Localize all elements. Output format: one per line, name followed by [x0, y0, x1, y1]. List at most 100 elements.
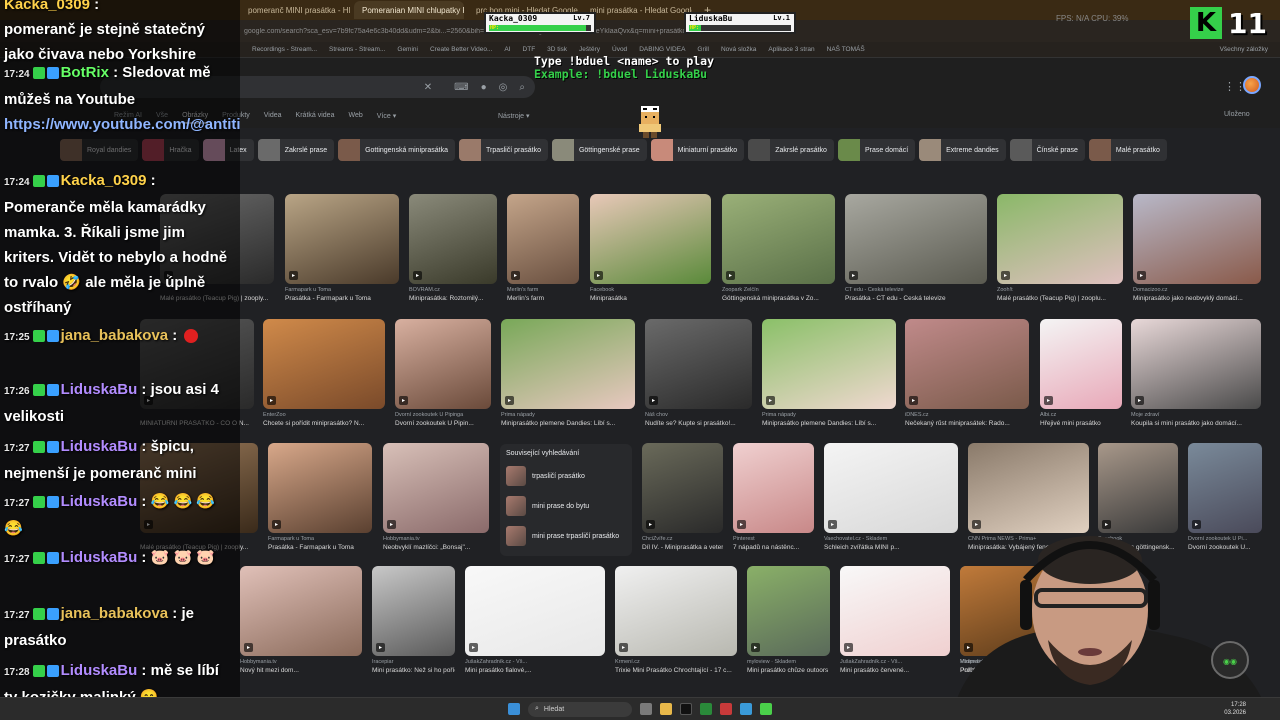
file-explorer-icon[interactable] — [660, 703, 672, 715]
result-source[interactable]: Hobbymania.tv — [240, 659, 362, 666]
result-thumbnail[interactable]: ▸ — [383, 443, 489, 533]
result-source[interactable]: Moje zdraví — [1131, 412, 1261, 419]
media-app-icon[interactable] — [760, 703, 772, 715]
result-source[interactable]: EnterZoo — [263, 412, 385, 419]
result-thumbnail[interactable]: ▸ — [590, 194, 711, 284]
result-title[interactable]: Miniprasátka — [590, 295, 711, 304]
result-title[interactable]: Díl IV. - Miniprasátka a veteri... — [642, 544, 723, 553]
image-result[interactable]: ▸ JušakZahradník.cz - Vš... Mini prasátko … — [465, 566, 605, 676]
result-thumbnail[interactable]: ▸ — [722, 194, 835, 284]
result-source[interactable]: Iracepiar — [372, 659, 455, 666]
result-source[interactable]: Dvorní zookoutek U Pipinga — [395, 412, 491, 419]
result-thumbnail[interactable]: ▸ — [905, 319, 1029, 409]
result-source[interactable]: Krmení.cz — [615, 659, 737, 666]
image-result[interactable]: ▸ Prima nápady Miniprasátko plemene Dandie… — [762, 319, 896, 429]
chat-username[interactable]: LiduskaBu — [61, 493, 138, 510]
result-title[interactable]: 7 nápadů na nástěnc... — [733, 544, 814, 553]
result-title[interactable]: Miniprasátka: Roztomilý... — [409, 295, 497, 304]
result-thumbnail[interactable]: ▸ — [409, 194, 497, 284]
image-result[interactable]: ▸ Prima nápady Miniprasátko plemene Dandie… — [501, 319, 635, 429]
taskbar-search[interactable]: ⌕ Hledat — [528, 701, 632, 717]
app-icon[interactable] — [720, 703, 732, 715]
result-thumbnail[interactable]: ▸ — [645, 319, 752, 409]
result-title[interactable]: Koupila si mini prasátko jako domácí... — [1131, 420, 1261, 429]
result-source[interactable]: Prima nápady — [762, 412, 896, 419]
chat-username[interactable]: BotRix — [61, 64, 109, 81]
chat-link[interactable]: https://www.youtube.com/@antitiktokercz — [4, 116, 240, 133]
result-source[interactable]: Facebook — [590, 287, 711, 294]
image-result[interactable]: ▸ IracepiarMini prasátko: Než si ho poříd… — [372, 566, 455, 676]
taskbar-clock[interactable]: 17:28 03.2026 — [1224, 701, 1246, 717]
result-title[interactable]: Prasátka - Farmapark u Toma — [268, 544, 372, 553]
result-thumbnail[interactable]: ▸ — [733, 443, 814, 533]
result-source[interactable]: Zooh!t — [997, 287, 1123, 294]
result-thumbnail[interactable]: ▸ — [615, 566, 737, 656]
result-title[interactable]: Göttingenská miniprasátka v Zo... — [722, 295, 835, 304]
image-result[interactable]: ▸ Zooh!t Malé prasátko (Teacup Pig) | zoop… — [997, 194, 1123, 304]
result-source[interactable]: BOVRAM.cz — [409, 287, 497, 294]
result-title[interactable]: Neobvyklí mazlíčci: „Bonsaj"... — [383, 544, 489, 553]
chat-username[interactable]: LiduskaBu — [61, 549, 138, 566]
result-source[interactable]: Domacizoo.cz — [1133, 287, 1261, 294]
task-view-icon[interactable] — [640, 703, 652, 715]
tiktok-icon[interactable] — [680, 703, 692, 715]
result-thumbnail[interactable]: ▸ — [762, 319, 896, 409]
result-thumbnail[interactable]: ▸ — [642, 443, 723, 533]
result-thumbnail[interactable]: ▸ — [1040, 319, 1122, 409]
image-result[interactable]: ▸ BOVRAM.cz Miniprasátka: Roztomilý... — [409, 194, 497, 304]
image-result[interactable]: ▸ Náš chov Nudíte se? Kupte si prasátko!..… — [645, 319, 752, 429]
chat-username[interactable]: LiduskaBu — [61, 381, 138, 398]
result-thumbnail[interactable]: ▸ — [240, 566, 362, 656]
related-item[interactable]: trpasličí prasátko — [506, 465, 626, 487]
related-item[interactable]: mini prase trpasličí prasátko — [506, 525, 626, 547]
image-result[interactable]: ▸ Hobbymania.tv Nový hit mezi dom... — [240, 566, 362, 676]
image-result[interactable]: ▸ EnterZoo Chcete si pořídit miniprasátko?… — [263, 319, 385, 429]
start-icon[interactable] — [508, 703, 520, 715]
image-result[interactable]: ▸ Moje zdraví Koupila si mini prasátko jak… — [1131, 319, 1261, 429]
result-source[interactable]: Náš chov — [645, 412, 752, 419]
image-result[interactable]: ▸ ČT edu - Česká televize Prasátka - ČT ed… — [845, 194, 987, 304]
result-title[interactable]: Hřejivé mini prasátko — [1040, 420, 1122, 429]
image-result[interactable]: ▸ ChciZvíře.cz Díl IV. - Miniprasátka a ve… — [642, 443, 723, 553]
result-source[interactable]: ChciZvíře.cz — [642, 536, 723, 543]
chat-username[interactable]: LiduskaBu — [61, 662, 138, 679]
result-title[interactable]: Mini prasátko fialové,... — [465, 667, 605, 676]
result-title[interactable]: Miniprasátko plemene Dandies: Líbí s... — [501, 420, 635, 429]
image-result[interactable]: ▸ Zoopark Zelčín Göttingenská miniprasátka… — [722, 194, 835, 304]
image-result[interactable]: ▸ Dvorní zookoutek U Pipinga Dvorní zookou… — [395, 319, 491, 429]
chat-username[interactable]: jana_babakova — [61, 605, 169, 622]
result-title[interactable]: Nudíte se? Kupte si prasátko!... — [645, 420, 752, 429]
image-result[interactable]: ▸ Merlin's farm Merlin's farm — [507, 194, 579, 304]
result-title[interactable]: Miniprasátko plemene Dandies: Líbí s... — [762, 420, 896, 429]
result-title[interactable]: Mini prasátko chůze outoors na po... — [747, 667, 830, 676]
image-result[interactable]: ▸ myloview · Skladem Mini prasátko chůze o… — [747, 566, 830, 676]
image-result[interactable]: ▸ Domacizoo.cz Miniprasátko jako neobvyklý… — [1133, 194, 1261, 304]
result-title[interactable]: Nový hit mezi dom... — [240, 667, 362, 676]
result-source[interactable]: Farmapark u Toma — [285, 287, 399, 294]
result-title[interactable]: Prasátka - Farmapark u Toma — [285, 295, 399, 304]
image-result[interactable]: ▸ Hobbymania.tv Neobvyklí mazlíčci: „Bonsa… — [383, 443, 489, 553]
result-thumbnail[interactable]: ▸ — [263, 319, 385, 409]
xbox-icon[interactable] — [700, 703, 712, 715]
result-title[interactable]: Miniprasátko jako neobvyklý domácí... — [1133, 295, 1261, 304]
result-thumbnail[interactable]: ▸ — [268, 443, 372, 533]
result-thumbnail[interactable]: ▸ — [845, 194, 987, 284]
result-source[interactable]: Prima nápady — [501, 412, 635, 419]
chat-username[interactable]: Kacka_0309 — [4, 0, 90, 13]
image-result[interactable]: ▸ Albi.cz Hřejivé mini prasátko — [1040, 319, 1122, 429]
result-title[interactable]: Merlin's farm — [507, 295, 579, 304]
result-thumbnail[interactable]: ▸ — [997, 194, 1123, 284]
result-thumbnail[interactable]: ▸ — [372, 566, 455, 656]
result-title[interactable]: Prasátka - ČT edu - Česká televize — [845, 295, 987, 304]
result-source[interactable]: iDNES.cz — [905, 412, 1029, 419]
chat-username[interactable]: Kacka_0309 — [61, 172, 147, 189]
result-source[interactable]: JušakZahradník.cz - Vš... — [465, 659, 605, 666]
result-source[interactable]: Pinterest — [733, 536, 814, 543]
result-source[interactable]: Farmapark u Toma — [268, 536, 372, 543]
result-title[interactable]: Chcete si pořídit miniprasátko? N... — [263, 420, 385, 429]
result-title[interactable]: Nečekaný růst miniprasátek: Rado... — [905, 420, 1029, 429]
image-result[interactable]: ▸ Facebook Miniprasátka — [590, 194, 711, 304]
result-thumbnail[interactable]: ▸ — [507, 194, 579, 284]
chat-username[interactable]: LiduskaBu — [61, 438, 138, 455]
result-source[interactable]: myloview · Skladem — [747, 659, 830, 666]
